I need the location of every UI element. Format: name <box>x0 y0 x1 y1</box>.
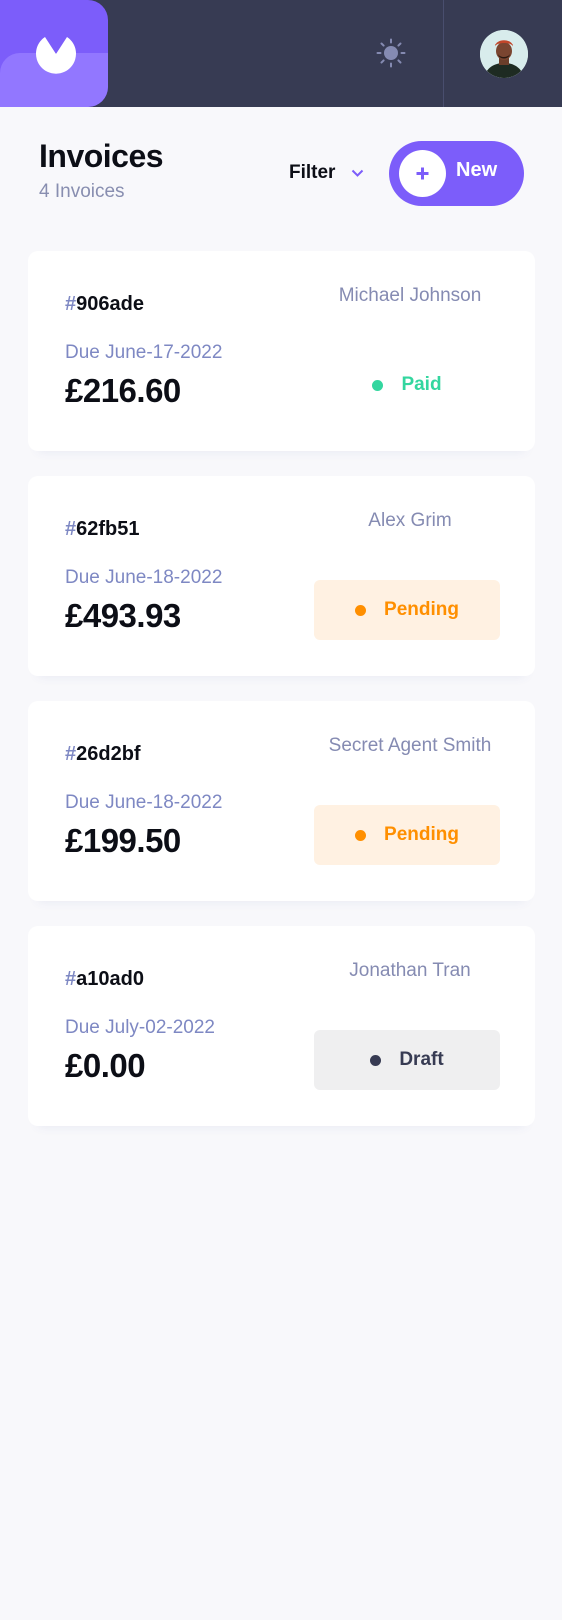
status-dot-icon <box>355 604 367 616</box>
status-label: Paid <box>401 374 442 395</box>
invoice-id: #906ade <box>65 293 144 316</box>
invoice-card[interactable]: #62fb51 Alex Grim Due June-18-2022 £493.… <box>28 476 535 676</box>
new-button-label: New <box>456 159 498 181</box>
status-label: Pending <box>384 599 459 620</box>
status-badge: Pending <box>314 805 500 865</box>
invoice-count: 4 Invoices <box>39 181 125 202</box>
avatar[interactable] <box>480 30 528 78</box>
sun-icon[interactable] <box>376 38 406 68</box>
invoice-amount: £493.93 <box>65 597 181 634</box>
new-button-icon-circle <box>399 150 446 197</box>
status-badge: Paid <box>314 355 500 415</box>
client-name: Michael Johnson <box>338 285 482 306</box>
invoice-id-hash: # <box>65 518 77 540</box>
invoice-id-value: a10ad0 <box>76 968 144 990</box>
invoice-card[interactable]: #906ade Michael Johnson Due June-17-2022… <box>28 251 535 451</box>
chevron-down-icon <box>352 169 364 177</box>
status-badge: Pending <box>314 580 500 640</box>
status-label: Draft <box>399 1049 444 1070</box>
client-name: Jonathan Tran <box>349 960 471 981</box>
topbar-divider <box>443 0 444 107</box>
due-date: Due July-02-2022 <box>65 1017 215 1038</box>
invoice-amount: £199.50 <box>65 822 181 859</box>
status-badge: Draft <box>314 1030 500 1090</box>
invoice-amount: £0.00 <box>65 1047 146 1084</box>
client-name: Secret Agent Smith <box>328 735 492 756</box>
filter-dropdown[interactable]: Filter <box>289 159 364 187</box>
status-dot-icon <box>370 1054 382 1066</box>
due-date: Due June-18-2022 <box>65 567 223 588</box>
due-date: Due June-17-2022 <box>65 342 223 363</box>
filter-label: Filter <box>289 162 336 183</box>
invoice-id-hash: # <box>65 743 77 765</box>
status-dot-icon <box>355 829 367 841</box>
invoice-amount: £216.60 <box>65 372 181 409</box>
logo-icon <box>36 37 76 74</box>
invoice-id-value: 62fb51 <box>76 518 140 540</box>
invoice-id: #26d2bf <box>65 743 141 766</box>
status-dot-icon <box>372 379 384 391</box>
user-avatar-image <box>480 30 528 78</box>
invoice-id-value: 906ade <box>76 293 144 315</box>
new-invoice-button[interactable]: New <box>389 141 524 206</box>
invoice-id: #62fb51 <box>65 518 140 541</box>
invoice-card[interactable]: #a10ad0 Jonathan Tran Due July-02-2022 £… <box>28 926 535 1126</box>
status-label: Pending <box>384 824 459 845</box>
invoice-id-value: 26d2bf <box>76 743 141 765</box>
invoice-id-hash: # <box>65 293 77 315</box>
invoice-id-hash: # <box>65 968 77 990</box>
page-title: Invoices <box>39 138 164 174</box>
invoice-id: #a10ad0 <box>65 968 144 991</box>
invoice-card[interactable]: #26d2bf Secret Agent Smith Due June-18-2… <box>28 701 535 901</box>
logo[interactable] <box>0 0 108 107</box>
due-date: Due June-18-2022 <box>65 792 223 813</box>
client-name: Alex Grim <box>368 510 452 531</box>
top-navigation-bar <box>0 0 562 107</box>
plus-icon <box>416 167 429 180</box>
